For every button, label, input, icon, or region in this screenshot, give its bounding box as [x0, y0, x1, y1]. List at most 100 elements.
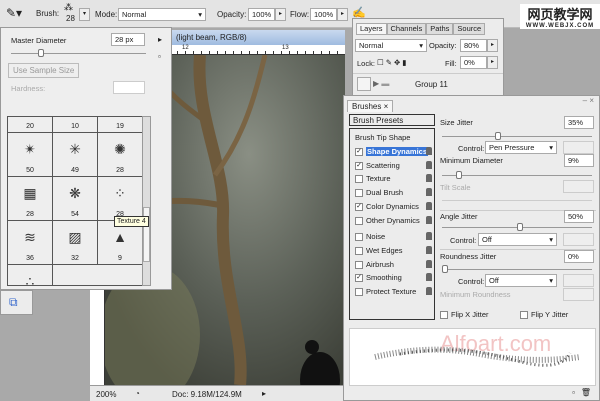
picker-menu-icon[interactable]: ▸	[158, 35, 162, 44]
size-jitter-input[interactable]: 35%	[564, 116, 594, 129]
zoom-level[interactable]: 200%	[96, 390, 116, 399]
blend-mode-select[interactable]: Normal▾	[355, 39, 427, 52]
master-diameter-slider[interactable]	[11, 53, 146, 54]
option-smoothing[interactable]: ✓Smoothing	[355, 271, 435, 284]
brush-presets-button[interactable]: Brush Presets	[349, 114, 435, 126]
brush-preview-icon[interactable]: ⁂	[64, 2, 73, 13]
option-texture[interactable]: Texture	[355, 172, 435, 185]
brush-preset[interactable]: ✺28	[98, 133, 143, 177]
tab-layers[interactable]: Layers	[356, 23, 387, 35]
brush-preset[interactable]: ≋36	[8, 221, 53, 265]
brush-tool-icon[interactable]: ✎▾	[6, 6, 22, 20]
panel-close-icon[interactable]: – ×	[583, 96, 594, 105]
hardness-input[interactable]	[113, 81, 145, 94]
checkbox[interactable]	[355, 288, 363, 296]
lock-icon[interactable]	[426, 188, 432, 196]
layer-opacity-arrow[interactable]: ▸	[487, 39, 498, 52]
checkbox[interactable]: ✓	[355, 162, 363, 170]
control-select-2[interactable]: Off▾	[478, 233, 557, 246]
delete-brush-icon[interactable]: 🗑	[581, 388, 591, 397]
control-select-3[interactable]: Off▾	[485, 274, 557, 287]
checkbox[interactable]: ✓	[355, 148, 363, 156]
expand-icon[interactable]: ▶ ▬	[373, 79, 389, 88]
lock-icon[interactable]	[426, 174, 432, 182]
lock-icons[interactable]: ☐✎✥▮	[377, 58, 408, 67]
flip-y-checkbox[interactable]: Flip Y Jitter	[520, 310, 568, 319]
checkbox[interactable]	[355, 175, 363, 183]
new-preset-icon[interactable]: ▫	[158, 52, 161, 61]
tilt-scale-input[interactable]	[563, 180, 594, 193]
checkbox[interactable]	[355, 189, 363, 197]
min-diameter-input[interactable]: 9%	[564, 154, 594, 167]
min-diameter-slider[interactable]	[442, 175, 592, 176]
use-sample-size-button[interactable]: Use Sample Size	[8, 63, 79, 78]
master-diameter-input[interactable]: 28 px	[111, 33, 145, 46]
brush-tip-shape[interactable]: Brush Tip Shape	[355, 131, 435, 144]
min-roundness-input[interactable]	[563, 288, 594, 301]
brush-preset[interactable]: 20	[8, 117, 53, 133]
mode-select[interactable]: Normal▾	[118, 8, 206, 21]
lock-icon[interactable]	[426, 232, 432, 240]
brush-preset[interactable]: ❋54	[53, 177, 98, 221]
flip-x-checkbox[interactable]: Flip X Jitter	[440, 310, 489, 319]
option-protect-texture[interactable]: Protect Texture	[355, 285, 435, 298]
checkbox[interactable]	[355, 217, 363, 225]
layer-row[interactable]: ▶ ▬ Group 11	[353, 73, 503, 95]
screen-mode-button[interactable]: ⧉	[0, 290, 33, 315]
lock-icon[interactable]	[426, 273, 432, 281]
brush-preset[interactable]: ✳49	[53, 133, 98, 177]
brush-preset[interactable]: ▨32	[53, 221, 98, 265]
lock-icon[interactable]	[426, 260, 432, 268]
status-menu-arrow[interactable]: ▸	[262, 389, 266, 398]
lock-icon[interactable]	[426, 147, 432, 155]
brush-picker-button[interactable]: ▾	[79, 8, 90, 21]
tab-brushes[interactable]: Brushes ×	[347, 100, 393, 112]
brush-preset[interactable]: ∴	[8, 265, 53, 286]
fill-arrow[interactable]: ▸	[487, 56, 498, 69]
angle-jitter-slider[interactable]	[442, 227, 592, 228]
option-shape-dynamics[interactable]: ✓Shape Dynamics	[355, 145, 435, 158]
option-color-dynamics[interactable]: ✓Color Dynamics	[355, 200, 435, 213]
lock-icon[interactable]	[426, 216, 432, 224]
lock-icon[interactable]	[426, 246, 432, 254]
checkbox[interactable]	[355, 233, 363, 241]
layer-opacity-input[interactable]: 80%	[460, 39, 487, 52]
fill-input[interactable]: 0%	[460, 56, 487, 69]
brush-preset[interactable]: ▦28	[8, 177, 53, 221]
option-dual-brush[interactable]: Dual Brush	[355, 186, 435, 199]
brush-grid-scrollbar[interactable]	[142, 116, 151, 286]
tab-channels[interactable]: Channels	[387, 23, 427, 35]
flow-input[interactable]: 100%	[310, 8, 337, 21]
checkbox[interactable]: ✓	[355, 274, 363, 282]
tab-paths[interactable]: Paths	[426, 23, 453, 35]
brush-preset[interactable]: ✴50	[8, 133, 53, 177]
lock-icon[interactable]	[426, 202, 432, 210]
brush-preset[interactable]: ▲9	[98, 221, 143, 265]
brush-tip-icon: ✴	[8, 141, 52, 158]
brush-preset[interactable]: 19	[98, 117, 143, 133]
flow-arrow[interactable]: ▸	[337, 8, 348, 21]
new-brush-icon[interactable]: ▫	[572, 388, 575, 397]
lock-icon[interactable]	[426, 161, 432, 169]
angle-jitter-input[interactable]: 50%	[564, 210, 594, 223]
visibility-toggle[interactable]	[357, 77, 371, 91]
size-jitter-slider[interactable]	[442, 136, 592, 137]
option-other-dynamics[interactable]: Other Dynamics	[355, 214, 435, 227]
opacity-input[interactable]: 100%	[248, 8, 275, 21]
option-airbrush[interactable]: Airbrush	[355, 258, 435, 271]
tab-source[interactable]: Source	[453, 23, 485, 35]
opacity-arrow[interactable]: ▸	[275, 8, 286, 21]
status-icon[interactable]: ◔	[135, 389, 140, 398]
option-wet-edges[interactable]: Wet Edges	[355, 244, 435, 257]
roundness-jitter-slider[interactable]	[442, 269, 592, 270]
control-select-1[interactable]: Pen Pressure▾	[485, 141, 557, 154]
option-scattering[interactable]: ✓Scattering	[355, 159, 435, 172]
brush-preset[interactable]: 10	[53, 117, 98, 133]
lock-icon[interactable]	[426, 287, 432, 295]
checkbox[interactable]: ✓	[355, 203, 363, 211]
roundness-jitter-input[interactable]: 0%	[564, 250, 594, 263]
checkbox[interactable]	[355, 261, 363, 269]
checkbox[interactable]	[355, 247, 363, 255]
brush-preset[interactable]: ⁘28	[98, 177, 143, 221]
option-noise[interactable]: Noise	[355, 230, 435, 243]
